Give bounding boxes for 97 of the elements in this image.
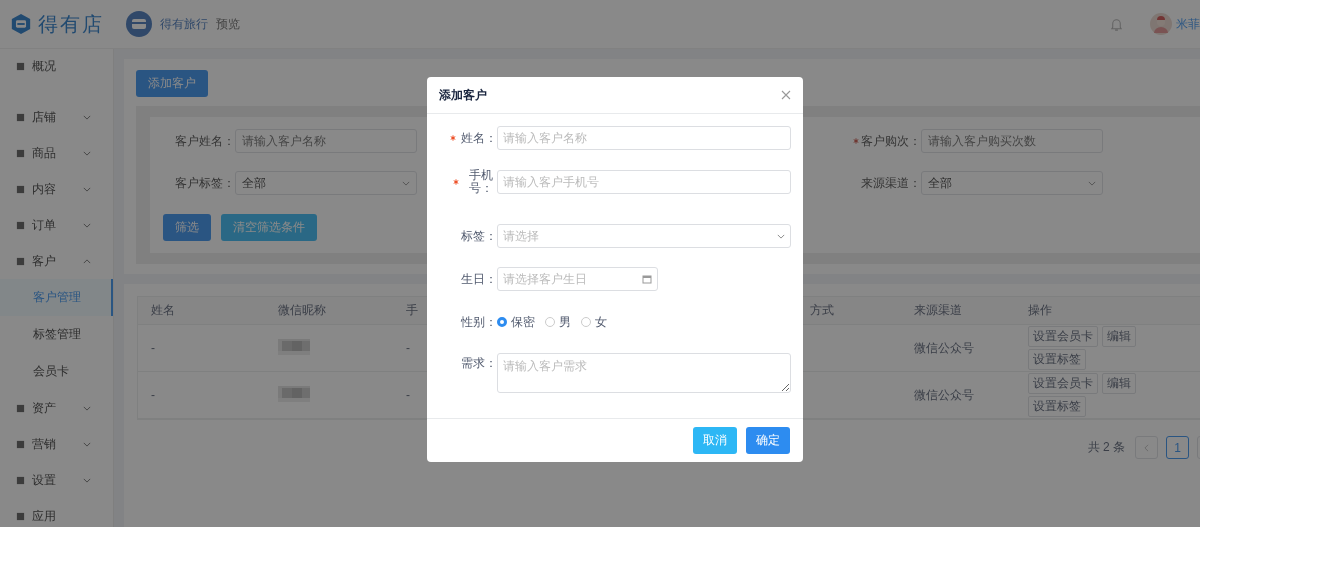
- chevron-icon: [83, 477, 91, 483]
- table-cell-text: 微信公众号: [913, 386, 975, 404]
- dialog-button[interactable]: 确定: [746, 427, 790, 454]
- menu-icon: [16, 61, 25, 71]
- submenu-item[interactable]: 会员卡: [0, 353, 113, 390]
- menu-icon: [16, 439, 25, 449]
- total-count: 共 2 条: [1087, 439, 1125, 456]
- radio-button[interactable]: [497, 317, 507, 327]
- nav-menu-item[interactable]: 商品: [0, 135, 113, 171]
- chevron-icon: [83, 186, 91, 192]
- action-button[interactable]: 设置标签: [1028, 396, 1086, 417]
- table-cell-text: -: [150, 341, 156, 355]
- field-label: 生日：: [461, 272, 497, 286]
- avatar-icon[interactable]: [1150, 13, 1172, 35]
- action-button[interactable]: 设置会员卡: [1028, 326, 1098, 347]
- radio-option[interactable]: 男: [545, 313, 571, 331]
- column-header: 方式: [809, 302, 835, 319]
- select-field[interactable]: 请选择: [497, 224, 791, 248]
- table-cell-text: 微信公众号: [913, 339, 975, 357]
- nav-menu-item[interactable]: 设置: [0, 462, 113, 498]
- text-area[interactable]: 请输入客户需求: [497, 353, 791, 393]
- chevron-icon: [83, 150, 91, 156]
- field-label: 性别：: [461, 315, 497, 329]
- filter-input[interactable]: 请输入客户名称: [235, 129, 417, 153]
- chevron-down-icon: [402, 180, 410, 186]
- dialog-button[interactable]: 取消: [693, 427, 737, 454]
- column-header: 微信昵称: [277, 302, 327, 319]
- field-label: 标签：: [461, 229, 497, 243]
- column-header: 手: [405, 302, 419, 319]
- column-header: 来源渠道: [913, 302, 963, 319]
- filter-label: 客户姓名：: [175, 132, 235, 150]
- radio-button[interactable]: [545, 317, 555, 327]
- radio-option[interactable]: 女: [581, 313, 607, 331]
- action-button[interactable]: 设置标签: [1028, 349, 1086, 370]
- table-cell-text: -: [150, 388, 156, 402]
- field-label: 姓名：: [461, 131, 497, 145]
- table-cell-text: -: [405, 388, 411, 402]
- column-header: 操作: [1028, 302, 1053, 319]
- chevron-icon: [83, 258, 91, 264]
- preview-link[interactable]: 预览: [216, 15, 240, 33]
- chevron-down-icon: [777, 233, 785, 239]
- close-icon[interactable]: [781, 90, 791, 100]
- column-header: 姓名: [150, 302, 176, 319]
- nav-menu-item[interactable]: 资产: [0, 390, 113, 426]
- dialog-title: 添加客户: [439, 86, 487, 104]
- store-name: 得有旅行: [160, 15, 208, 33]
- logo-icon: [10, 13, 32, 35]
- nav-menu-item[interactable]: 内容: [0, 171, 113, 207]
- filter-select[interactable]: 全部: [235, 171, 417, 195]
- field-label: 需求：: [461, 357, 497, 370]
- text-field[interactable]: 请输入客户名称: [497, 126, 791, 150]
- filter-label: 来源渠道：: [861, 174, 921, 192]
- text-field[interactable]: 请输入客户手机号: [497, 170, 791, 194]
- nav-menu-item[interactable]: 概况: [0, 49, 113, 83]
- nav-menu-item[interactable]: 订单: [0, 207, 113, 243]
- nav-menu-item[interactable]: 营销: [0, 426, 113, 462]
- menu-icon: [16, 475, 25, 485]
- calendar-icon: [642, 274, 652, 284]
- add-customer-button[interactable]: 添加客户: [136, 70, 208, 97]
- action-button[interactable]: 编辑: [1102, 326, 1136, 347]
- date-field[interactable]: 请选择客户生日: [497, 267, 658, 291]
- chevron-icon: [83, 405, 91, 411]
- chevron-icon: [83, 222, 91, 228]
- filter-button[interactable]: 清空筛选条件: [221, 214, 317, 241]
- filter-select[interactable]: 全部: [921, 171, 1103, 195]
- submenu-item[interactable]: 客户管理: [0, 279, 113, 316]
- menu-icon: [16, 256, 25, 266]
- menu-icon: [16, 112, 25, 122]
- submenu-item[interactable]: 标签管理: [0, 316, 113, 353]
- action-button[interactable]: 设置会员卡: [1028, 373, 1098, 394]
- page-button[interactable]: 1: [1166, 436, 1189, 459]
- menu-icon: [16, 403, 25, 413]
- user-name[interactable]: 米菲: [1176, 15, 1200, 33]
- action-button[interactable]: 编辑: [1102, 373, 1136, 394]
- table-cell-text: -: [405, 341, 411, 355]
- chevron-left-icon: [1144, 443, 1149, 452]
- filter-input[interactable]: 请输入客户购买次数: [921, 129, 1103, 153]
- nav-menu-item[interactable]: 客户: [0, 243, 113, 279]
- menu-icon: [16, 220, 25, 230]
- filter-label: 客户购次：: [861, 132, 921, 150]
- chevron-icon: [83, 441, 91, 447]
- radio-option[interactable]: 保密: [497, 313, 535, 331]
- chevron-icon: [83, 114, 91, 120]
- bell-icon[interactable]: [1109, 16, 1124, 32]
- nav-menu-item[interactable]: 店铺: [0, 99, 113, 135]
- chevron-down-icon: [1088, 180, 1096, 186]
- nav-menu-item[interactable]: 应用: [0, 498, 113, 527]
- radio-button[interactable]: [581, 317, 591, 327]
- menu-icon: [16, 184, 25, 194]
- menu-icon: [16, 148, 25, 158]
- filter-button[interactable]: 筛选: [163, 214, 211, 241]
- filter-label: 客户标签：: [175, 174, 235, 192]
- store-avatar-icon: [126, 11, 152, 37]
- field-label: 手机号：: [467, 169, 494, 195]
- menu-icon: [16, 511, 25, 521]
- app-logo[interactable]: 得有店: [38, 10, 104, 38]
- previous-page-button[interactable]: [1135, 436, 1158, 459]
